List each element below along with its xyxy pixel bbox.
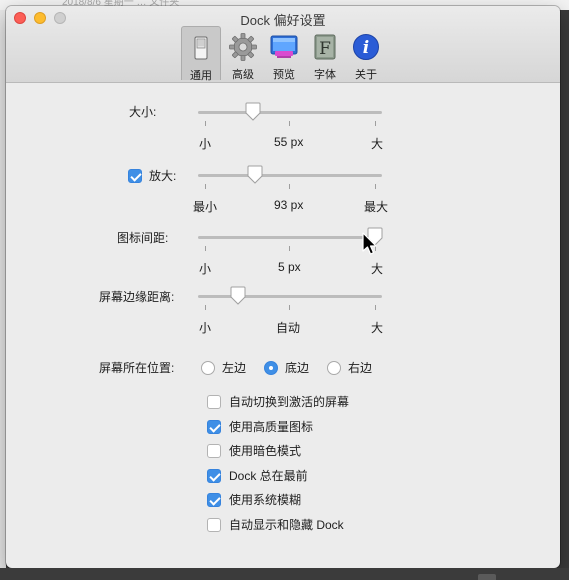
title-bar: Dock 偏好设置 通用 高级 预览 F 字体 i 关于	[6, 6, 560, 83]
magnify-slider-track[interactable]	[198, 174, 382, 177]
tab-general[interactable]: 通用	[181, 26, 221, 82]
svg-text:F: F	[319, 39, 331, 59]
magnify-label: 放大:	[149, 169, 177, 183]
edge-distance-slider-track[interactable]	[198, 295, 382, 298]
size-slider-track[interactable]	[198, 111, 382, 114]
gear-icon	[228, 32, 258, 62]
edge-distance-label: 屏幕边缘距离:	[99, 290, 175, 304]
tab-preview-label: 预览	[273, 69, 295, 81]
tab-about-label: 关于	[355, 69, 377, 81]
edge-distance-slider-thumb[interactable]	[229, 286, 247, 306]
position-bottom-radio[interactable]	[264, 361, 278, 375]
edge-tick-max	[375, 305, 376, 310]
system-blur-label[interactable]: 使用系统模糊	[229, 491, 301, 508]
size-value-text: 55 px	[274, 135, 304, 149]
magnify-tick-min	[205, 184, 206, 189]
switch-icon	[186, 33, 216, 63]
tab-font[interactable]: F 字体	[305, 26, 345, 81]
magnify-checkbox[interactable]	[128, 169, 142, 183]
size-tick-max	[375, 121, 376, 126]
spacing-min-text: 小	[199, 262, 212, 276]
position-label: 屏幕所在位置:	[99, 361, 175, 375]
system-blur-checkbox[interactable]	[207, 493, 221, 507]
tab-general-label: 通用	[190, 70, 212, 82]
edge-max-text: 大	[371, 321, 384, 335]
dark-mode-checkbox[interactable]	[207, 444, 221, 458]
position-right-radio[interactable]	[327, 361, 341, 375]
general-settings-panel: 大小: 小 55 px 大 放大: 最小 93 px 最大 图标间距: 小 5 …	[6, 83, 560, 568]
preview-icon	[269, 32, 299, 62]
size-max-text: 大	[371, 137, 384, 151]
spacing-label: 图标间距:	[117, 231, 169, 245]
auto-hide-dock-checkbox[interactable]	[207, 518, 221, 532]
edge-tick-min	[205, 305, 206, 310]
magnify-value-text: 93 px	[274, 198, 304, 212]
magnify-tick-mid	[289, 184, 290, 189]
position-right-label[interactable]: 右边	[348, 359, 372, 376]
dark-mode-label[interactable]: 使用暗色模式	[229, 442, 301, 459]
spacing-max-text: 大	[371, 262, 384, 276]
spacing-value-text: 5 px	[278, 260, 301, 274]
spacing-tick-mid	[289, 246, 290, 251]
info-icon: i	[351, 32, 381, 62]
magnify-max-text: 最大	[364, 200, 389, 214]
size-tick-min	[205, 121, 206, 126]
high-quality-icons-checkbox[interactable]	[207, 420, 221, 434]
tab-preview[interactable]: 预览	[264, 26, 304, 81]
desktop-bottom-marker	[478, 574, 496, 580]
position-bottom-label[interactable]: 底边	[285, 359, 309, 376]
mouse-pointer-icon	[361, 232, 379, 258]
edge-tick-mid	[289, 305, 290, 310]
position-left-label[interactable]: 左边	[222, 359, 246, 376]
magnify-tick-max	[375, 184, 376, 189]
high-quality-icons-label[interactable]: 使用高质量图标	[229, 418, 313, 435]
magnify-min-text: 最小	[193, 200, 218, 214]
size-slider-thumb[interactable]	[244, 102, 262, 122]
position-left-radio[interactable]	[201, 361, 215, 375]
tab-advanced-label: 高级	[232, 69, 254, 81]
size-label: 大小:	[129, 105, 157, 119]
magnify-slider-thumb[interactable]	[246, 165, 264, 185]
size-tick-mid	[289, 121, 290, 126]
tab-about[interactable]: i 关于	[346, 26, 386, 81]
auto-hide-dock-label[interactable]: 自动显示和隐藏 Dock	[229, 516, 344, 533]
auto-switch-screen-label[interactable]: 自动切换到激活的屏幕	[229, 393, 349, 410]
dock-always-on-top-checkbox[interactable]	[207, 469, 221, 483]
dock-always-on-top-label[interactable]: Dock 总在最前	[229, 467, 308, 484]
font-icon: F	[310, 32, 340, 62]
edge-min-text: 小	[199, 321, 212, 335]
spacing-slider-track[interactable]	[198, 236, 382, 239]
spacing-tick-min	[205, 246, 206, 251]
edge-value-text: 自动	[276, 321, 301, 335]
svg-text:i: i	[363, 38, 369, 58]
tab-font-label: 字体	[314, 69, 336, 81]
auto-switch-screen-checkbox[interactable]	[207, 395, 221, 409]
size-min-text: 小	[199, 137, 212, 151]
dock-preferences-window: Dock 偏好设置 通用 高级 预览 F 字体 i 关于 大小: 小 55 px…	[6, 6, 560, 568]
tab-advanced[interactable]: 高级	[223, 26, 263, 81]
